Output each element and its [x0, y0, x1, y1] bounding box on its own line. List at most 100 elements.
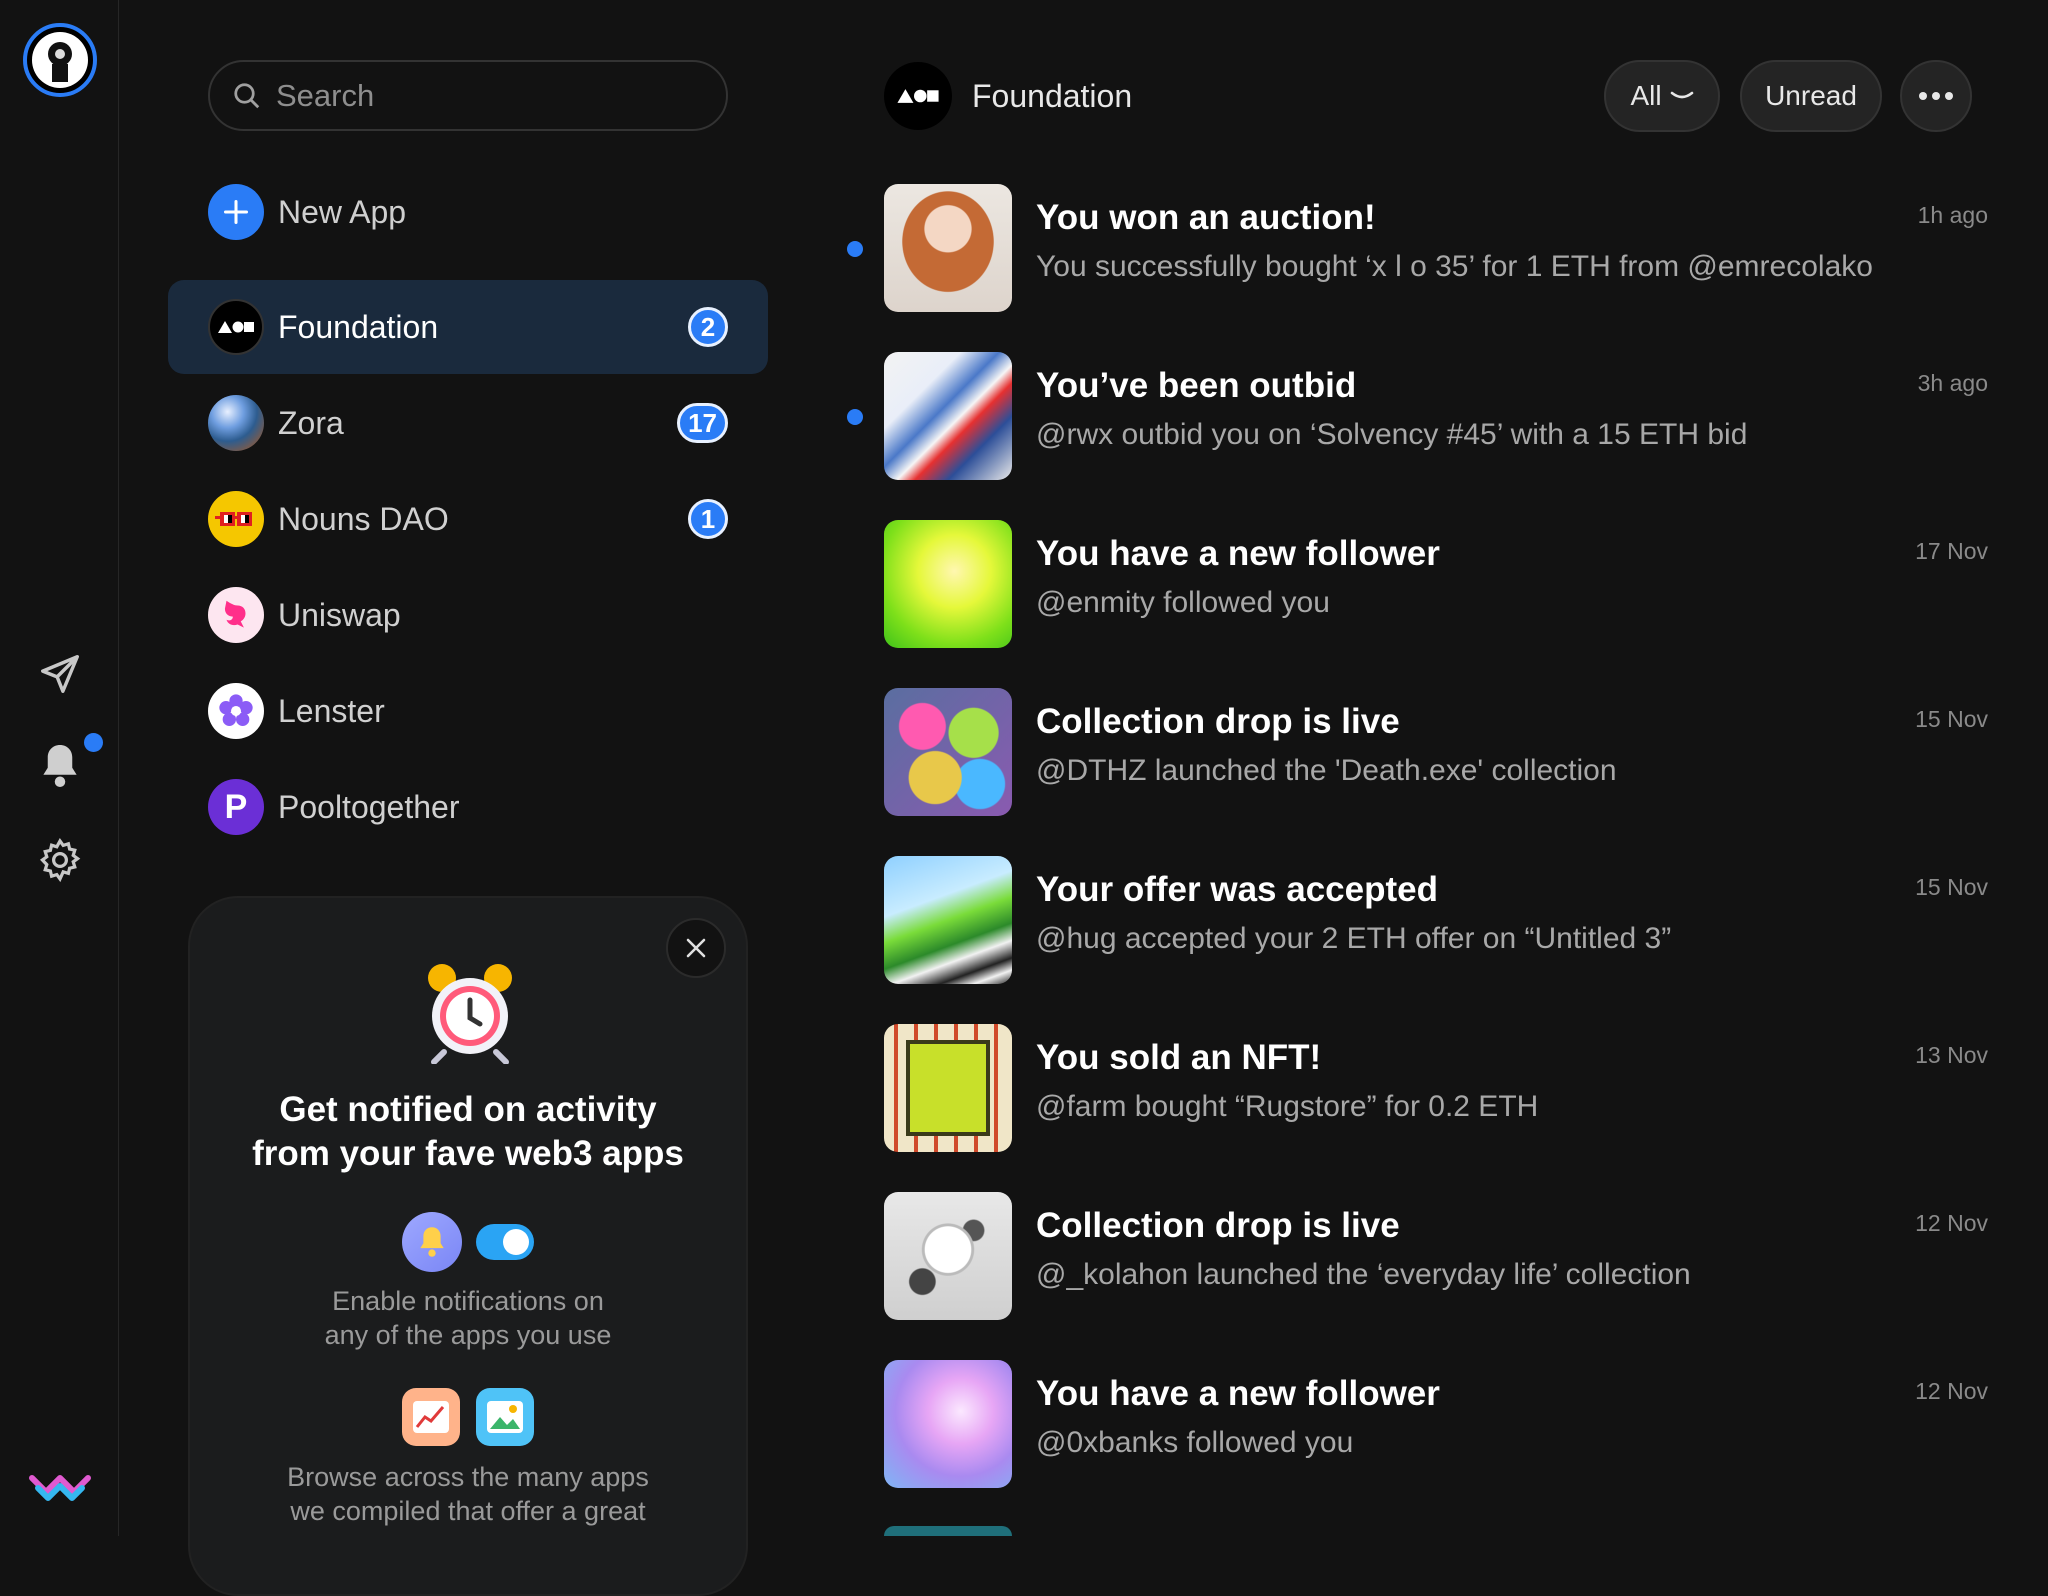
- notification-row[interactable]: You sold an NFT! @farm bought “Rugstore”…: [884, 1024, 1988, 1152]
- gear-icon[interactable]: [34, 834, 86, 886]
- zora-logo: [208, 395, 264, 451]
- new-app-button[interactable]: New App: [208, 184, 406, 240]
- close-button[interactable]: [666, 918, 726, 978]
- foundation-logo: [208, 299, 264, 355]
- promo-title-line: Get notified on activity: [279, 1090, 657, 1129]
- search-input[interactable]: [276, 77, 696, 114]
- promo-text-line: any of the apps you use: [324, 1320, 612, 1350]
- notification-text: @enmity followed you: [1036, 586, 1330, 619]
- notification-row[interactable]: You have a new follower @enmity followed…: [884, 520, 1988, 648]
- close-icon: [686, 938, 706, 958]
- notification-time: 12 Nov: [1915, 1378, 1988, 1404]
- notification-time: 3h ago: [1917, 370, 1988, 396]
- notification-time: 12 Nov: [1915, 1210, 1988, 1236]
- notification-row[interactable]: Collection drop is live @_kolahon launch…: [884, 1192, 1988, 1320]
- promo-text-enable: Enable notifications on any of the apps …: [210, 1284, 726, 1352]
- notification-time: 15 Nov: [1915, 874, 1988, 900]
- notification-text: @farm bought “Rugstore” for 0.2 ETH: [1036, 1090, 1539, 1123]
- notification-promo-card: Get notified on activity from your fave …: [188, 896, 748, 1596]
- unread-dot: [847, 241, 863, 257]
- pooltogether-logo: P: [208, 779, 264, 835]
- foundation-logo: [884, 62, 952, 130]
- notifications-panel: Foundation All Unread You won an auction…: [800, 0, 2048, 1536]
- notification-title: You have a new follower: [1036, 534, 1440, 573]
- unread-count-badge: 2: [688, 307, 728, 347]
- notification-time: 17 Nov: [1915, 538, 1988, 564]
- sidebar-item-label: Zora: [278, 404, 344, 441]
- notification-row-partial: [884, 1526, 1012, 1536]
- more-icon: [1919, 92, 1953, 100]
- filter-unread-button[interactable]: Unread: [1740, 60, 1882, 132]
- notification-text: @0xbanks followed you: [1036, 1426, 1354, 1459]
- nft-thumbnail: [884, 1192, 1012, 1320]
- nouns-logo: [208, 491, 264, 547]
- sidebar-item-foundation[interactable]: Foundation 2: [168, 280, 768, 374]
- sidebar-item-label: Pooltogether: [278, 788, 460, 825]
- notification-time: 15 Nov: [1915, 706, 1988, 732]
- notification-text: @DTHZ launched the 'Death.exe' collectio…: [1036, 754, 1617, 787]
- sidebar-item-label: Lenster: [278, 692, 385, 729]
- sidebar-item-label: Foundation: [278, 308, 439, 345]
- uniswap-logo: [208, 587, 264, 643]
- notification-time: 1h ago: [1917, 202, 1988, 228]
- user-avatar[interactable]: [23, 23, 97, 97]
- nft-thumbnail: [884, 184, 1012, 312]
- promo-text-line: Browse across the many apps: [287, 1462, 649, 1492]
- new-app-label: New App: [278, 193, 407, 230]
- notification-title: Collection drop is live: [1036, 1206, 1400, 1245]
- app-sidebar: New App Foundation 2 Zora 17 Nouns DAO 1…: [120, 0, 800, 1596]
- unread-dot: [847, 409, 863, 425]
- nft-thumbnail: [884, 688, 1012, 816]
- unread-count-badge: 17: [677, 403, 728, 443]
- notification-text: @rwx outbid you on ‘Solvency #45’ with a…: [1036, 418, 1748, 451]
- chart-app-icon: [402, 1388, 460, 1446]
- sidebar-item-uniswap[interactable]: Uniswap: [168, 568, 768, 662]
- notification-dot: [84, 733, 103, 752]
- search-icon: [234, 82, 260, 108]
- notification-title: You sold an NFT!: [1036, 1038, 1322, 1077]
- sidebar-item-lenster[interactable]: Lenster: [168, 664, 768, 758]
- notification-title: You have a new follower: [1036, 1374, 1440, 1413]
- nft-thumbnail: [884, 1024, 1012, 1152]
- promo-text-line: Enable notifications on: [332, 1286, 604, 1316]
- rug-pattern: [906, 1040, 990, 1136]
- filter-all-dropdown[interactable]: All: [1604, 60, 1720, 132]
- avatar-icon: [32, 32, 88, 88]
- filter-all-label: All: [1630, 80, 1662, 111]
- promo-text-line: we compiled that offer a great: [290, 1496, 646, 1526]
- notification-text: You successfully bought ‘x l o 35’ for 1…: [1036, 250, 1873, 283]
- bell-icon[interactable]: [34, 740, 86, 792]
- sidebar-item-nouns-dao[interactable]: Nouns DAO 1: [168, 472, 768, 566]
- notification-row[interactable]: Your offer was accepted @hug accepted yo…: [884, 856, 1988, 984]
- bell-icon: [402, 1212, 462, 1272]
- notification-row[interactable]: You have a new follower @0xbanks followe…: [884, 1360, 1988, 1488]
- notification-title: Collection drop is live: [1036, 702, 1400, 741]
- filter-unread-label: Unread: [1765, 80, 1857, 111]
- promo-title-line: from your fave web3 apps: [252, 1134, 684, 1173]
- walletconnect-logo: [28, 1458, 92, 1510]
- notification-toggle: [476, 1224, 534, 1260]
- send-icon[interactable]: [34, 648, 86, 700]
- notification-row[interactable]: You won an auction! You successfully bou…: [847, 184, 1988, 312]
- notification-title: You’ve been outbid: [1036, 366, 1357, 405]
- avatar-thumbnail: [884, 520, 1012, 648]
- sidebar-item-zora[interactable]: Zora 17: [168, 376, 768, 470]
- nav-rail: [0, 0, 119, 1536]
- promo-title: Get notified on activity from your fave …: [210, 1088, 726, 1176]
- notification-title: Your offer was accepted: [1036, 870, 1438, 909]
- notification-row[interactable]: Collection drop is live @DTHZ launched t…: [884, 688, 1988, 816]
- more-options-button[interactable]: [1900, 60, 1972, 132]
- search-box[interactable]: [208, 60, 728, 131]
- page-title: Foundation: [972, 78, 1133, 114]
- notification-text: @_kolahon launched the ‘everyday life’ c…: [1036, 1258, 1691, 1291]
- notification-row[interactable]: You’ve been outbid @rwx outbid you on ‘S…: [847, 352, 1988, 480]
- panel-header: Foundation All Unread: [884, 60, 1988, 132]
- alarm-clock-icon: [424, 960, 516, 1069]
- sidebar-item-pooltogether[interactable]: P Pooltogether: [168, 760, 768, 854]
- avatar-thumbnail: [884, 1360, 1012, 1488]
- nft-thumbnail: [884, 352, 1012, 480]
- unread-count-badge: 1: [688, 499, 728, 539]
- promo-text-browse: Browse across the many apps we compiled …: [210, 1460, 726, 1528]
- plus-icon: [208, 184, 264, 240]
- chevron-down-icon: [1670, 91, 1693, 99]
